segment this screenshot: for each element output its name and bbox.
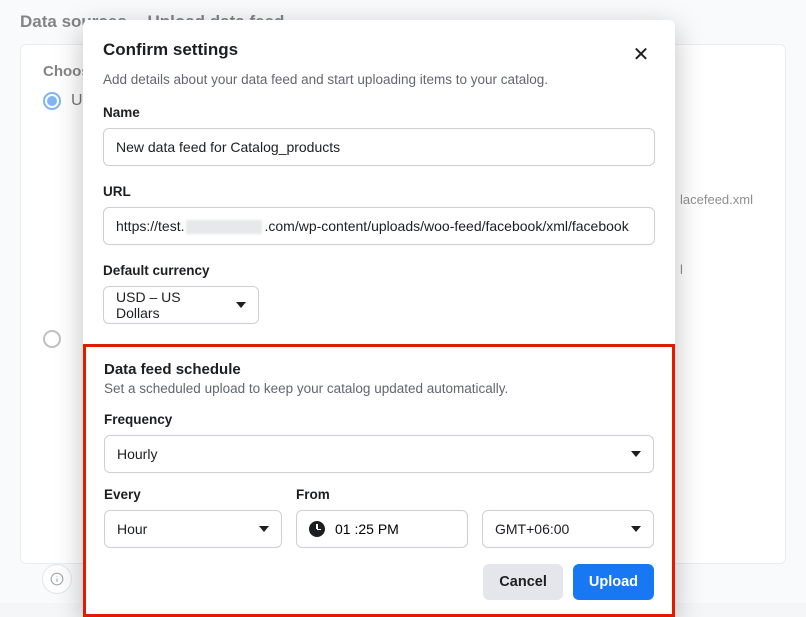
time-value: 01 :25 PM [335,521,399,537]
option-label: U [71,92,83,110]
url-redacted [186,220,262,234]
from-label: From [296,487,654,502]
timezone-select[interactable]: GMT+06:00 [482,510,654,548]
cancel-button[interactable]: Cancel [483,564,563,600]
background-url-fragment: lacefeed.xml [680,192,753,207]
url-value-start: https://test. [116,218,184,234]
background-char: l [680,262,683,277]
every-value: Hour [117,521,147,537]
close-button[interactable]: ✕ [627,40,655,68]
close-icon: ✕ [633,42,650,67]
chevron-down-icon [631,451,641,457]
name-value: New data feed for Catalog_products [116,139,340,155]
frequency-select[interactable]: Hourly [104,435,654,473]
currency-select[interactable]: USD – US Dollars [103,286,259,324]
every-select[interactable]: Hour [104,510,282,548]
info-icon [50,572,64,586]
chevron-down-icon [236,302,246,308]
chevron-down-icon [631,526,641,532]
currency-value: USD – US Dollars [116,289,226,321]
timezone-value: GMT+06:00 [495,521,569,537]
currency-label: Default currency [103,263,655,278]
clock-icon [309,521,325,537]
modal-title: Confirm settings [103,40,238,60]
time-input[interactable]: 01 :25 PM [296,510,468,548]
name-input[interactable]: New data feed for Catalog_products [103,128,655,166]
radio-icon [43,92,61,110]
url-input[interactable]: https://test. .com/wp-content/uploads/wo… [103,207,655,245]
modal-subtitle: Add details about your data feed and sta… [83,72,675,87]
help-button[interactable] [42,564,72,594]
chevron-down-icon [259,526,269,532]
every-label: Every [104,487,282,502]
schedule-subtitle: Set a scheduled upload to keep your cata… [104,381,654,396]
schedule-title: Data feed schedule [104,361,654,378]
frequency-label: Frequency [104,412,654,427]
frequency-value: Hourly [117,446,157,462]
upload-button[interactable]: Upload [573,564,654,600]
url-label: URL [103,184,655,199]
url-value-end: .com/wp-content/uploads/woo-feed/faceboo… [264,218,628,234]
schedule-section: Data feed schedule Set a scheduled uploa… [83,344,675,617]
confirm-settings-modal: Confirm settings ✕ Add details about you… [83,20,675,617]
name-label: Name [103,105,655,120]
radio-icon [43,330,61,348]
